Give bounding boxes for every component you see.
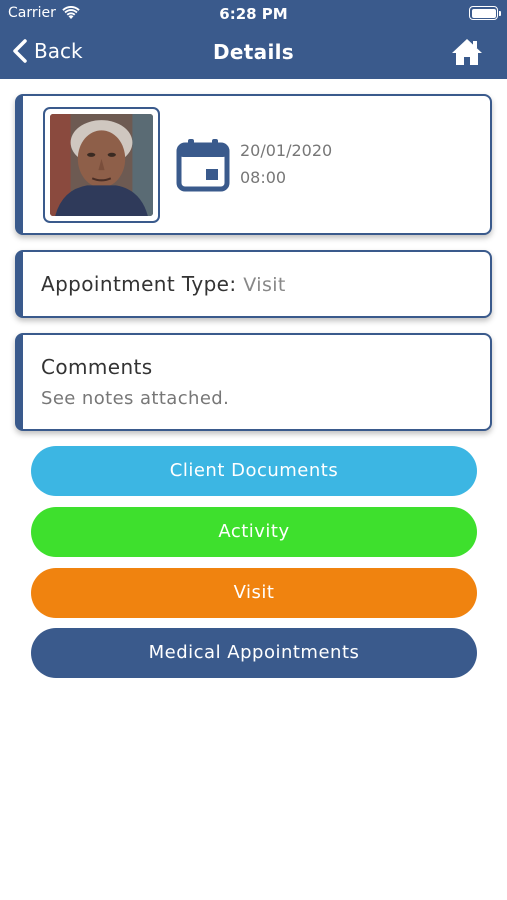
- navigation-bar: Back Details: [0, 30, 507, 74]
- top-bar: Carrier 6:28 PM Back Details: [0, 0, 507, 79]
- visit-button[interactable]: Visit: [31, 568, 477, 618]
- status-time: 6:28 PM: [219, 5, 288, 23]
- status-bar: Carrier 6:28 PM: [0, 0, 507, 28]
- appointment-type-value: Visit: [243, 274, 286, 296]
- client-documents-button[interactable]: Client Documents: [31, 446, 477, 496]
- page-title: Details: [213, 40, 294, 64]
- appointment-time: 08:00: [240, 168, 287, 187]
- client-photo: [50, 114, 153, 216]
- appointment-type-label: Appointment Type:: [41, 272, 237, 296]
- calendar-icon: [176, 139, 230, 192]
- appointment-summary-card: 20/01/2020 08:00: [15, 94, 492, 235]
- appointment-type: Appointment Type: Visit: [41, 272, 286, 296]
- appointment-type-card: Appointment Type: Visit: [15, 250, 492, 318]
- activity-button[interactable]: Activity: [31, 507, 477, 557]
- appointment-date: 20/01/2020: [240, 141, 333, 160]
- client-photo-frame: [43, 107, 160, 223]
- comments-title: Comments: [41, 355, 153, 379]
- home-icon[interactable]: [451, 36, 483, 68]
- medical-appointments-button[interactable]: Medical Appointments: [31, 628, 477, 678]
- comments-text: See notes attached.: [41, 388, 230, 409]
- battery-icon: [469, 6, 501, 20]
- comments-card: Comments See notes attached.: [15, 333, 492, 431]
